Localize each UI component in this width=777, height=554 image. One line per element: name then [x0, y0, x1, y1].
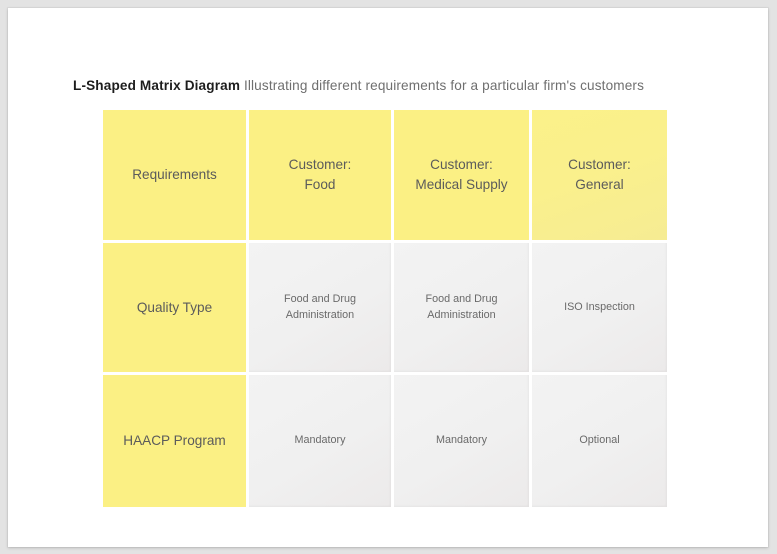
matrix-header-label-line2: Food — [304, 177, 336, 192]
matrix-header-label-line2: General — [575, 177, 624, 192]
page-title-rest: Illustrating different requirements for … — [240, 78, 645, 93]
matrix-row-label-quality-type[interactable]: Quality Type — [103, 243, 246, 372]
matrix-row-label-text: Quality Type — [136, 299, 213, 315]
page-title: L-Shaped Matrix Diagram Illustrating dif… — [73, 76, 713, 95]
matrix-cell-quality-type-medical-supply[interactable]: Food and Drug Administration — [394, 243, 529, 372]
l-shaped-matrix: Requirements Customer: Food Customer: Me… — [103, 110, 667, 507]
matrix-header-label-line1: Customer: — [430, 157, 493, 173]
matrix-header-label-line1: Customer: — [568, 157, 631, 173]
matrix-header-cell-requirements[interactable]: Requirements — [103, 110, 246, 240]
matrix-row-label-haacp-program[interactable]: HAACP Program — [103, 375, 246, 507]
page-title-strong: L-Shaped Matrix Diagram — [73, 78, 241, 93]
matrix-cell-line1: Optional — [579, 434, 620, 447]
matrix-header-cell-customer-medical-supply[interactable]: Customer: Medical Supply — [394, 110, 529, 240]
matrix-cell-haacp-program-medical-supply[interactable]: Mandatory — [394, 375, 529, 507]
matrix-cell-line2: Administration — [285, 308, 355, 321]
matrix-header-label-line1: Customer: — [288, 157, 352, 173]
matrix-cell-line1: ISO Inspection — [564, 300, 635, 313]
matrix-cell-haacp-program-food[interactable]: Mandatory — [249, 375, 391, 507]
matrix-header-label-line1: Requirements — [132, 167, 217, 183]
matrix-row-label-text: HAACP Program — [123, 433, 226, 449]
matrix-cell-quality-type-food[interactable]: Food and Drug Administration — [249, 243, 391, 372]
matrix-header-cell-customer-food[interactable]: Customer: Food — [249, 110, 391, 240]
document-canvas: L-Shaped Matrix Diagram Illustrating dif… — [8, 8, 768, 547]
matrix-cell-line1: Food and Drug — [283, 292, 357, 305]
matrix-cell-line1: Mandatory — [294, 434, 346, 447]
matrix-cell-line1: Mandatory — [435, 434, 487, 447]
matrix-cell-line1: Food and Drug — [425, 292, 498, 305]
matrix-header-label-line2: Medical Supply — [415, 177, 508, 192]
matrix-header-cell-customer-general[interactable]: Customer: General — [532, 110, 667, 240]
matrix-cell-quality-type-general[interactable]: ISO Inspection — [532, 243, 667, 372]
matrix-cell-line2: Administration — [427, 308, 496, 321]
matrix-cell-haacp-program-general[interactable]: Optional — [532, 375, 667, 507]
